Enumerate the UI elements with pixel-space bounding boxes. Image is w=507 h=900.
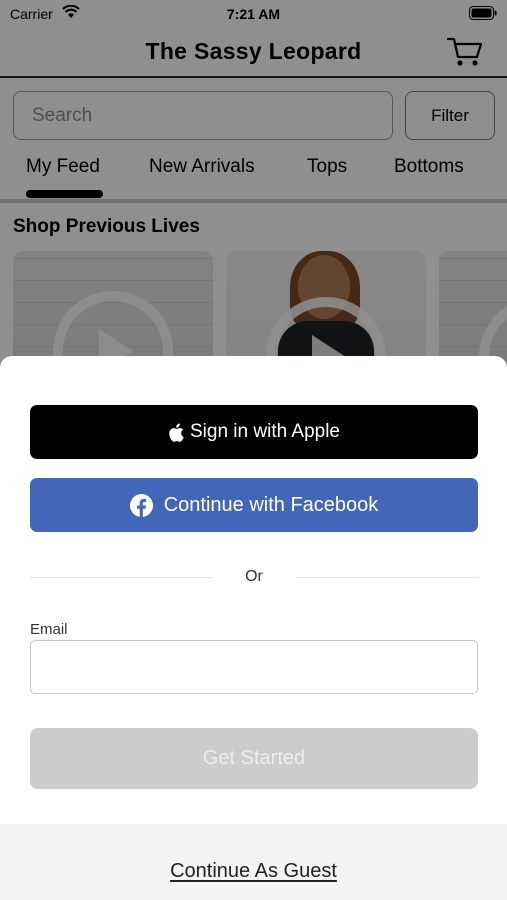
email-field[interactable]	[30, 640, 478, 694]
email-label: Email	[30, 621, 68, 638]
sign-in-sheet: Sign in with Apple Continue with Faceboo…	[0, 356, 507, 900]
guest-area: Continue As Guest	[0, 824, 507, 900]
get-started-button[interactable]: Get Started	[30, 728, 478, 789]
apple-button-label: Sign in with Apple	[190, 421, 340, 442]
sign-in-with-apple-button[interactable]: Sign in with Apple	[30, 405, 478, 459]
divider-line-right	[296, 577, 478, 578]
facebook-button-label: Continue with Facebook	[163, 493, 379, 516]
continue-as-guest-link[interactable]: Continue As Guest	[170, 860, 337, 882]
facebook-icon	[129, 493, 153, 517]
continue-as-guest-link-wrapper: Continue As Guest	[0, 860, 507, 883]
apple-icon	[169, 423, 184, 442]
continue-with-facebook-button[interactable]: Continue with Facebook	[30, 478, 478, 532]
or-divider: Or	[30, 566, 478, 588]
